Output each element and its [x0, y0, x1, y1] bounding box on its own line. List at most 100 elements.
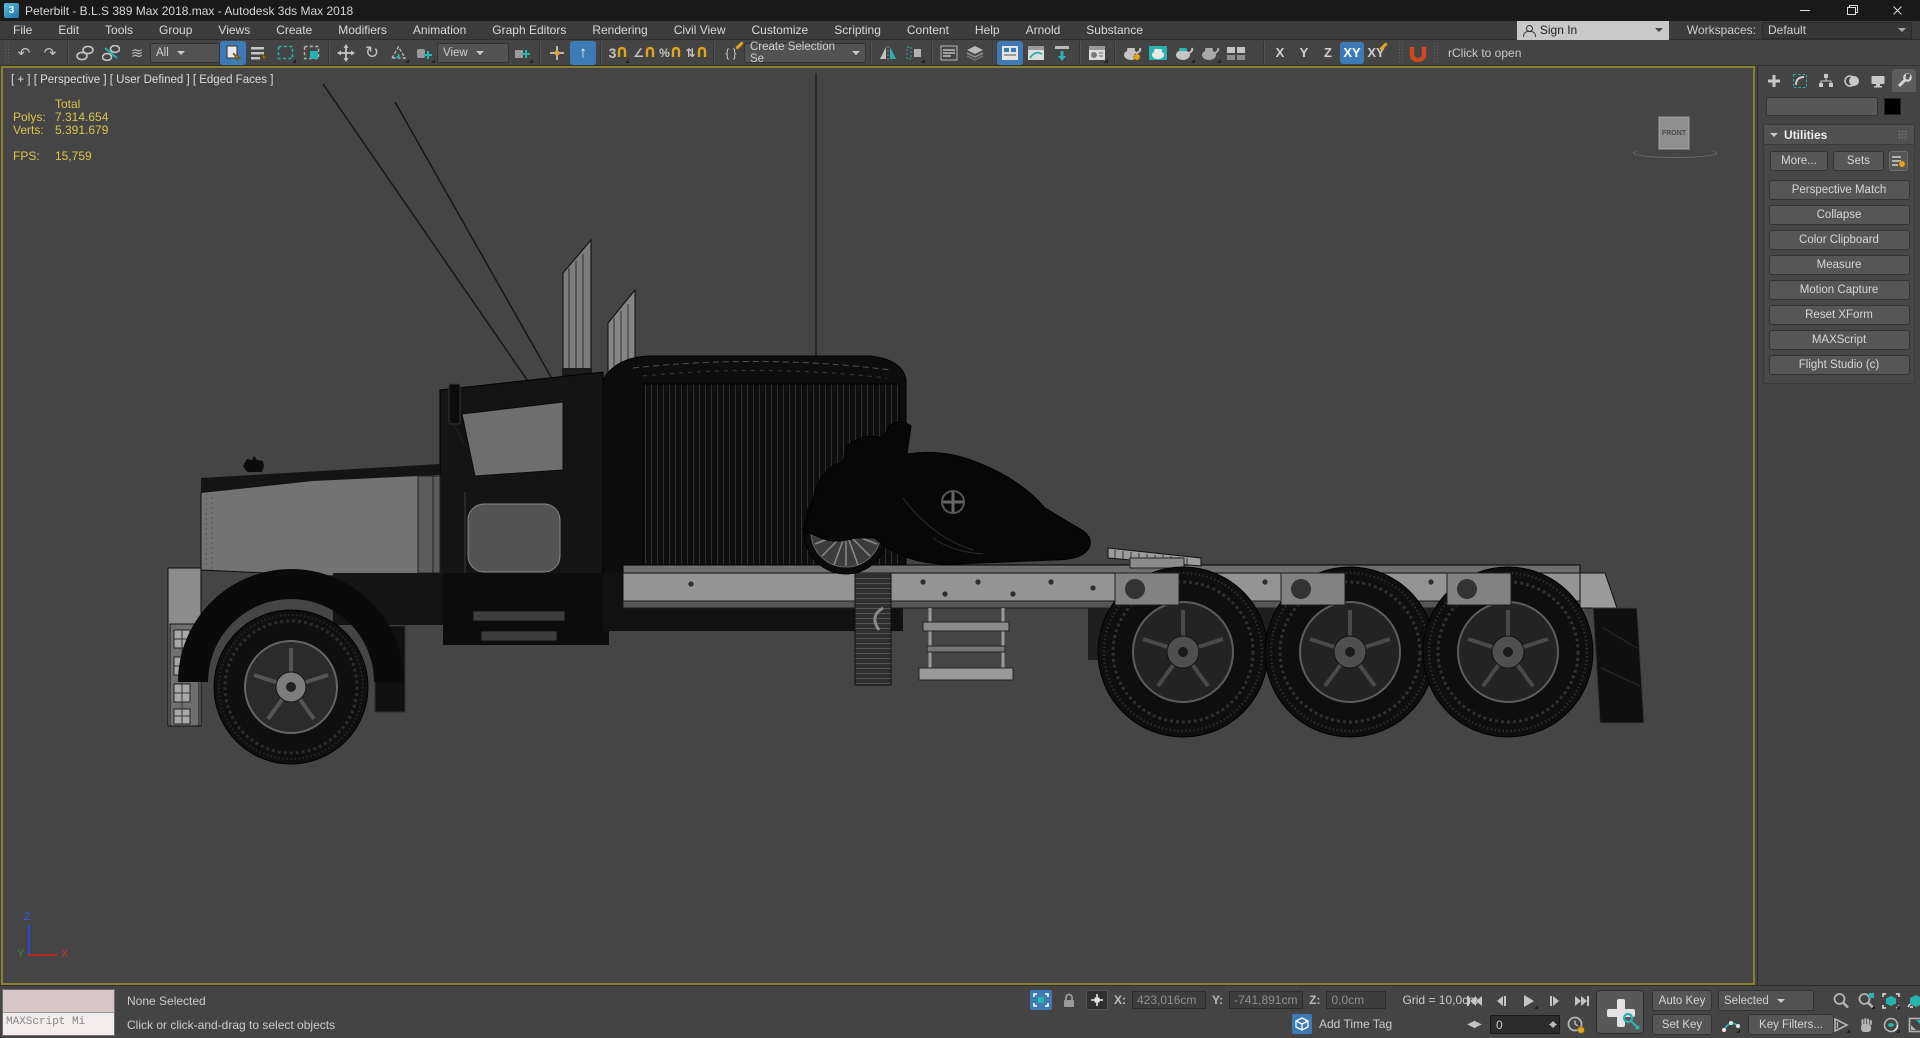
utility-flight-studio-button[interactable]: Flight Studio (c): [1768, 355, 1910, 375]
object-color-swatch[interactable]: [1884, 98, 1901, 115]
zoom-all-icon[interactable]: [1855, 990, 1877, 1011]
toolbar-drag-handle[interactable]: [4, 41, 9, 64]
select-and-link-icon[interactable]: [72, 41, 98, 65]
listener-script-row[interactable]: MAXScript Mi: [3, 1013, 114, 1035]
render-production-button[interactable]: [1171, 41, 1197, 65]
utility-maxscript-button[interactable]: MAXScript: [1768, 330, 1910, 350]
menu-group[interactable]: Group: [146, 21, 205, 40]
undo-button[interactable]: ↶: [11, 41, 37, 65]
absolute-mode-transform-toggle[interactable]: [1086, 990, 1108, 1010]
zoom-extents-icon[interactable]: [1880, 990, 1902, 1011]
keyboard-shortcut-override-toggle[interactable]: ↑: [570, 40, 596, 65]
time-configuration-button[interactable]: [1565, 1014, 1587, 1035]
angle-snap-toggle[interactable]: ∠: [631, 41, 657, 65]
key-filters-button[interactable]: Key Filters...: [1748, 1014, 1834, 1035]
toggle-layer-explorer-button[interactable]: [962, 41, 988, 65]
field-of-view-icon[interactable]: [1830, 1014, 1852, 1035]
utility-motion-capture-button[interactable]: Motion Capture: [1768, 280, 1910, 300]
menu-modifiers[interactable]: Modifiers: [325, 21, 400, 40]
toolbar-drag-handle[interactable]: [1433, 41, 1438, 64]
tab-create[interactable]: [1762, 69, 1786, 92]
key-mode-toggle[interactable]: ◀▶: [1462, 1014, 1486, 1035]
restrict-to-x-button[interactable]: X: [1268, 42, 1292, 64]
close-button[interactable]: [1874, 0, 1920, 21]
utility-reset-xform-button[interactable]: Reset XForm: [1768, 305, 1910, 325]
menu-tools[interactable]: Tools: [92, 21, 146, 40]
maxscript-mini-listener[interactable]: MAXScript Mi: [2, 989, 115, 1036]
rectangular-selection-region-button[interactable]: [272, 41, 298, 65]
toolbar-open-hint[interactable]: rClick to open: [1448, 46, 1521, 60]
utility-collapse-button[interactable]: Collapse: [1768, 205, 1910, 225]
next-frame-button[interactable]: [1543, 990, 1567, 1011]
x-coord-field[interactable]: 423,016cm: [1132, 991, 1206, 1009]
snap-toggle-3d[interactable]: 3: [605, 41, 631, 65]
utility-measure-button[interactable]: Measure: [1768, 255, 1910, 275]
y-coord-field[interactable]: -741,891cm: [1229, 991, 1304, 1009]
menu-create[interactable]: Create: [263, 21, 325, 40]
toggle-ribbon-button[interactable]: [997, 40, 1023, 65]
perspective-viewport[interactable]: [ + ] [ Perspective ] [ User Defined ] […: [1, 66, 1755, 985]
go-to-start-button[interactable]: [1462, 990, 1486, 1011]
z-coord-field[interactable]: 0,0cm: [1326, 991, 1387, 1009]
unlink-selection-icon[interactable]: [98, 41, 124, 65]
selection-lock-toggle[interactable]: [1058, 990, 1080, 1010]
render-in-autodesk-360-button[interactable]: [1223, 41, 1249, 65]
tab-motion[interactable]: [1840, 69, 1864, 92]
redo-button[interactable]: ↷: [37, 41, 63, 65]
tab-hierarchy[interactable]: [1814, 69, 1838, 92]
align-button[interactable]: [901, 41, 927, 65]
utilities-rollout-header[interactable]: Utilities: [1763, 124, 1915, 145]
frame-spinner[interactable]: [1549, 1017, 1557, 1032]
current-frame-field[interactable]: 0: [1490, 1015, 1560, 1034]
percent-snap-toggle[interactable]: %: [657, 41, 683, 65]
menu-edit[interactable]: Edit: [45, 21, 92, 40]
more-utilities-button[interactable]: More...: [1770, 151, 1829, 171]
rendered-frame-window-button[interactable]: [1145, 41, 1171, 65]
select-and-rotate-button[interactable]: ↻: [359, 41, 385, 65]
spinner-snap-toggle[interactable]: ⇅: [683, 41, 709, 65]
select-object-button[interactable]: [220, 40, 246, 65]
isolate-selection-toggle[interactable]: [1030, 990, 1052, 1010]
named-selection-sets-dropdown[interactable]: Create Selection Se: [744, 41, 866, 65]
toggle-scene-explorer-button[interactable]: [936, 41, 962, 65]
window-crossing-toggle[interactable]: [298, 41, 324, 65]
menu-customize[interactable]: Customize: [739, 21, 822, 40]
auto-key-toggle[interactable]: Auto Key: [1652, 990, 1712, 1011]
set-keys-button[interactable]: [1596, 990, 1644, 1034]
play-animation-button[interactable]: [1516, 990, 1540, 1011]
restrict-plane-flyout-button[interactable]: XY: [1364, 41, 1388, 64]
add-time-tag-label[interactable]: Add Time Tag: [1319, 1017, 1392, 1031]
zoom-extents-selected-icon[interactable]: [1905, 990, 1920, 1011]
time-tag-cube-icon[interactable]: [1292, 1014, 1312, 1034]
viewcube[interactable]: FRONT: [1631, 102, 1721, 164]
maximize-viewport-toggle-icon[interactable]: [1905, 1014, 1920, 1035]
menu-views[interactable]: Views: [205, 21, 263, 40]
menu-substance[interactable]: Substance: [1073, 21, 1156, 40]
curve-editor-button[interactable]: [1023, 41, 1049, 65]
tab-display[interactable]: [1866, 69, 1890, 92]
viewcube-front-face[interactable]: FRONT: [1658, 116, 1690, 150]
selection-set-dropdown[interactable]: Selected: [1718, 990, 1814, 1011]
render-iterative-button[interactable]: [1197, 41, 1223, 65]
app-icon[interactable]: 3: [4, 3, 19, 18]
restrict-to-y-button[interactable]: Y: [1292, 42, 1316, 64]
select-by-name-button[interactable]: [246, 41, 272, 65]
reference-coordinate-system-dropdown[interactable]: View: [437, 42, 509, 63]
mirror-button[interactable]: [875, 41, 901, 65]
menu-civil-view[interactable]: Civil View: [661, 21, 739, 40]
bind-to-space-warp-icon[interactable]: ≋: [124, 41, 150, 65]
restore-button[interactable]: [1828, 0, 1874, 21]
workspace-dropdown[interactable]: Default: [1762, 21, 1912, 39]
select-and-move-button[interactable]: [333, 41, 359, 65]
tab-modify[interactable]: [1788, 69, 1812, 92]
go-to-end-button[interactable]: [1570, 990, 1594, 1011]
menu-arnold[interactable]: Arnold: [1013, 21, 1074, 40]
menu-animation[interactable]: Animation: [400, 21, 479, 40]
render-setup-button[interactable]: [1119, 41, 1145, 65]
menu-content[interactable]: Content: [894, 21, 962, 40]
restrict-to-z-button[interactable]: Z: [1316, 42, 1340, 64]
object-name-field[interactable]: [1766, 97, 1878, 116]
utility-sets-button[interactable]: Sets: [1833, 151, 1884, 171]
selection-filter-dropdown[interactable]: All: [150, 42, 220, 63]
tab-utilities[interactable]: [1892, 69, 1916, 92]
